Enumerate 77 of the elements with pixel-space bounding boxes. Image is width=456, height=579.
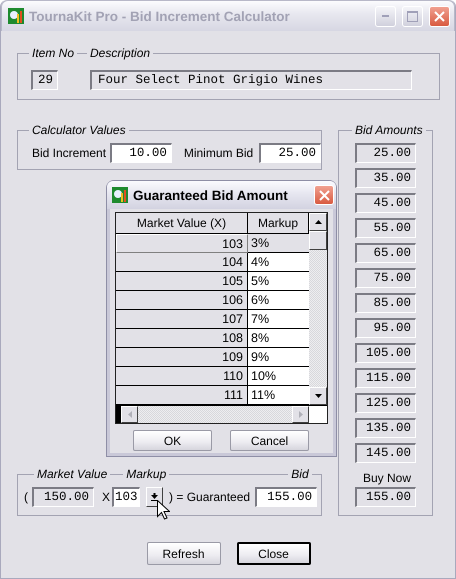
column-header[interactable]: Markup <box>248 213 309 234</box>
dialog-button[interactable]: Close <box>236 542 310 565</box>
table-cell[interactable]: 107 <box>116 310 248 329</box>
buy-now-label: Buy Now <box>363 471 412 485</box>
bid-amount-field: 35.00 <box>355 168 416 188</box>
bid-amount-field: 45.00 <box>355 193 416 213</box>
mouse-cursor-icon <box>157 500 170 520</box>
minimum-bid-field[interactable]: 25.00 <box>259 143 321 163</box>
dialog-title: Guaranteed Bid Amount <box>133 188 289 202</box>
scroll-left-button[interactable] <box>121 406 138 423</box>
horizontal-scrollbar[interactable] <box>116 405 309 423</box>
dialog-button[interactable]: Cancel <box>230 430 309 451</box>
group-label: Calculator Values <box>31 123 127 137</box>
app-icon <box>112 187 128 203</box>
bid-amount-field: 75.00 <box>355 268 416 288</box>
scrollbar-edge <box>116 406 121 423</box>
down-arrow-icon <box>151 493 158 501</box>
bid-amount-field: 95.00 <box>355 318 416 338</box>
dropdown-button[interactable] <box>146 487 164 507</box>
left-arrow-icon <box>128 411 132 418</box>
dialog-button[interactable]: Refresh <box>146 542 220 565</box>
table-cell[interactable]: 103 <box>116 234 248 253</box>
bid-amount-field: 25.00 <box>355 143 416 163</box>
field-label: Minimum Bid <box>184 146 254 160</box>
dialog-button[interactable]: OK <box>133 430 212 451</box>
parenthesis-text: ( <box>24 490 28 504</box>
table-cell[interactable]: 110 <box>116 367 248 386</box>
group-label: Description <box>89 46 152 60</box>
close-button[interactable] <box>314 185 334 205</box>
bid-increment-field[interactable]: 10.00 <box>110 143 172 163</box>
equals-guaranteed-text: ) = Guaranteed <box>169 490 250 504</box>
maximize-icon <box>407 10 418 22</box>
group-label: Item No <box>31 46 76 60</box>
description-field: Four Select Pinot Grigio Wines <box>90 70 412 90</box>
bid-amount-field: 115.00 <box>355 368 416 388</box>
minimize-button[interactable] <box>375 6 396 26</box>
bid-amount-field: 135.00 <box>355 418 416 438</box>
minimize-icon <box>382 15 389 17</box>
table-cell[interactable]: 109 <box>116 348 248 367</box>
multiply-text: X <box>102 490 110 504</box>
field-label: Bid Increment <box>32 146 106 160</box>
scroll-thumb[interactable] <box>309 231 327 250</box>
maximize-button[interactable] <box>402 6 423 26</box>
bid-amount-field: 125.00 <box>355 393 416 413</box>
table-cell[interactable]: 3% <box>248 234 309 253</box>
table-cell[interactable]: 108 <box>116 329 248 348</box>
down-arrow-icon <box>314 394 322 398</box>
close-icon <box>434 10 445 22</box>
table-cell[interactable]: 104 <box>116 253 248 272</box>
column-header[interactable]: Market Value (X) <box>116 213 248 234</box>
table-cell[interactable]: 105 <box>116 272 248 291</box>
scroll-right-button[interactable] <box>292 406 309 423</box>
group-label: Market Value <box>36 467 108 481</box>
bid-amount-field: 145.00 <box>355 443 416 463</box>
bid-field[interactable]: 155.00 <box>255 487 318 507</box>
markup-field[interactable]: 103 <box>112 487 140 507</box>
bid-amount-field: 85.00 <box>355 293 416 313</box>
table-cell[interactable]: 106 <box>116 291 248 310</box>
right-arrow-icon <box>298 411 302 418</box>
vertical-scrollbar[interactable] <box>309 213 327 405</box>
up-arrow-icon <box>314 220 322 224</box>
app-icon <box>8 8 24 24</box>
scroll-up-button[interactable] <box>309 213 327 231</box>
group-label: Bid <box>290 467 310 481</box>
close-icon <box>318 190 330 200</box>
window-title: TournaKit Pro - Bid Increment Calculator <box>29 8 291 24</box>
group-label: Markup <box>125 467 168 481</box>
table-cell[interactable]: 111 <box>116 386 248 405</box>
close-button[interactable] <box>429 6 450 26</box>
bid-amount-field: 105.00 <box>355 343 416 363</box>
bid-amount-field: 65.00 <box>355 243 416 263</box>
buy-now-field: 155.00 <box>355 487 416 507</box>
scroll-down-button[interactable] <box>309 387 327 405</box>
bid-amount-field: 55.00 <box>355 218 416 238</box>
group-label: Bid Amounts <box>354 123 424 137</box>
item-number-field: 29 <box>31 70 58 90</box>
market-value-field: 150.00 <box>32 487 94 507</box>
